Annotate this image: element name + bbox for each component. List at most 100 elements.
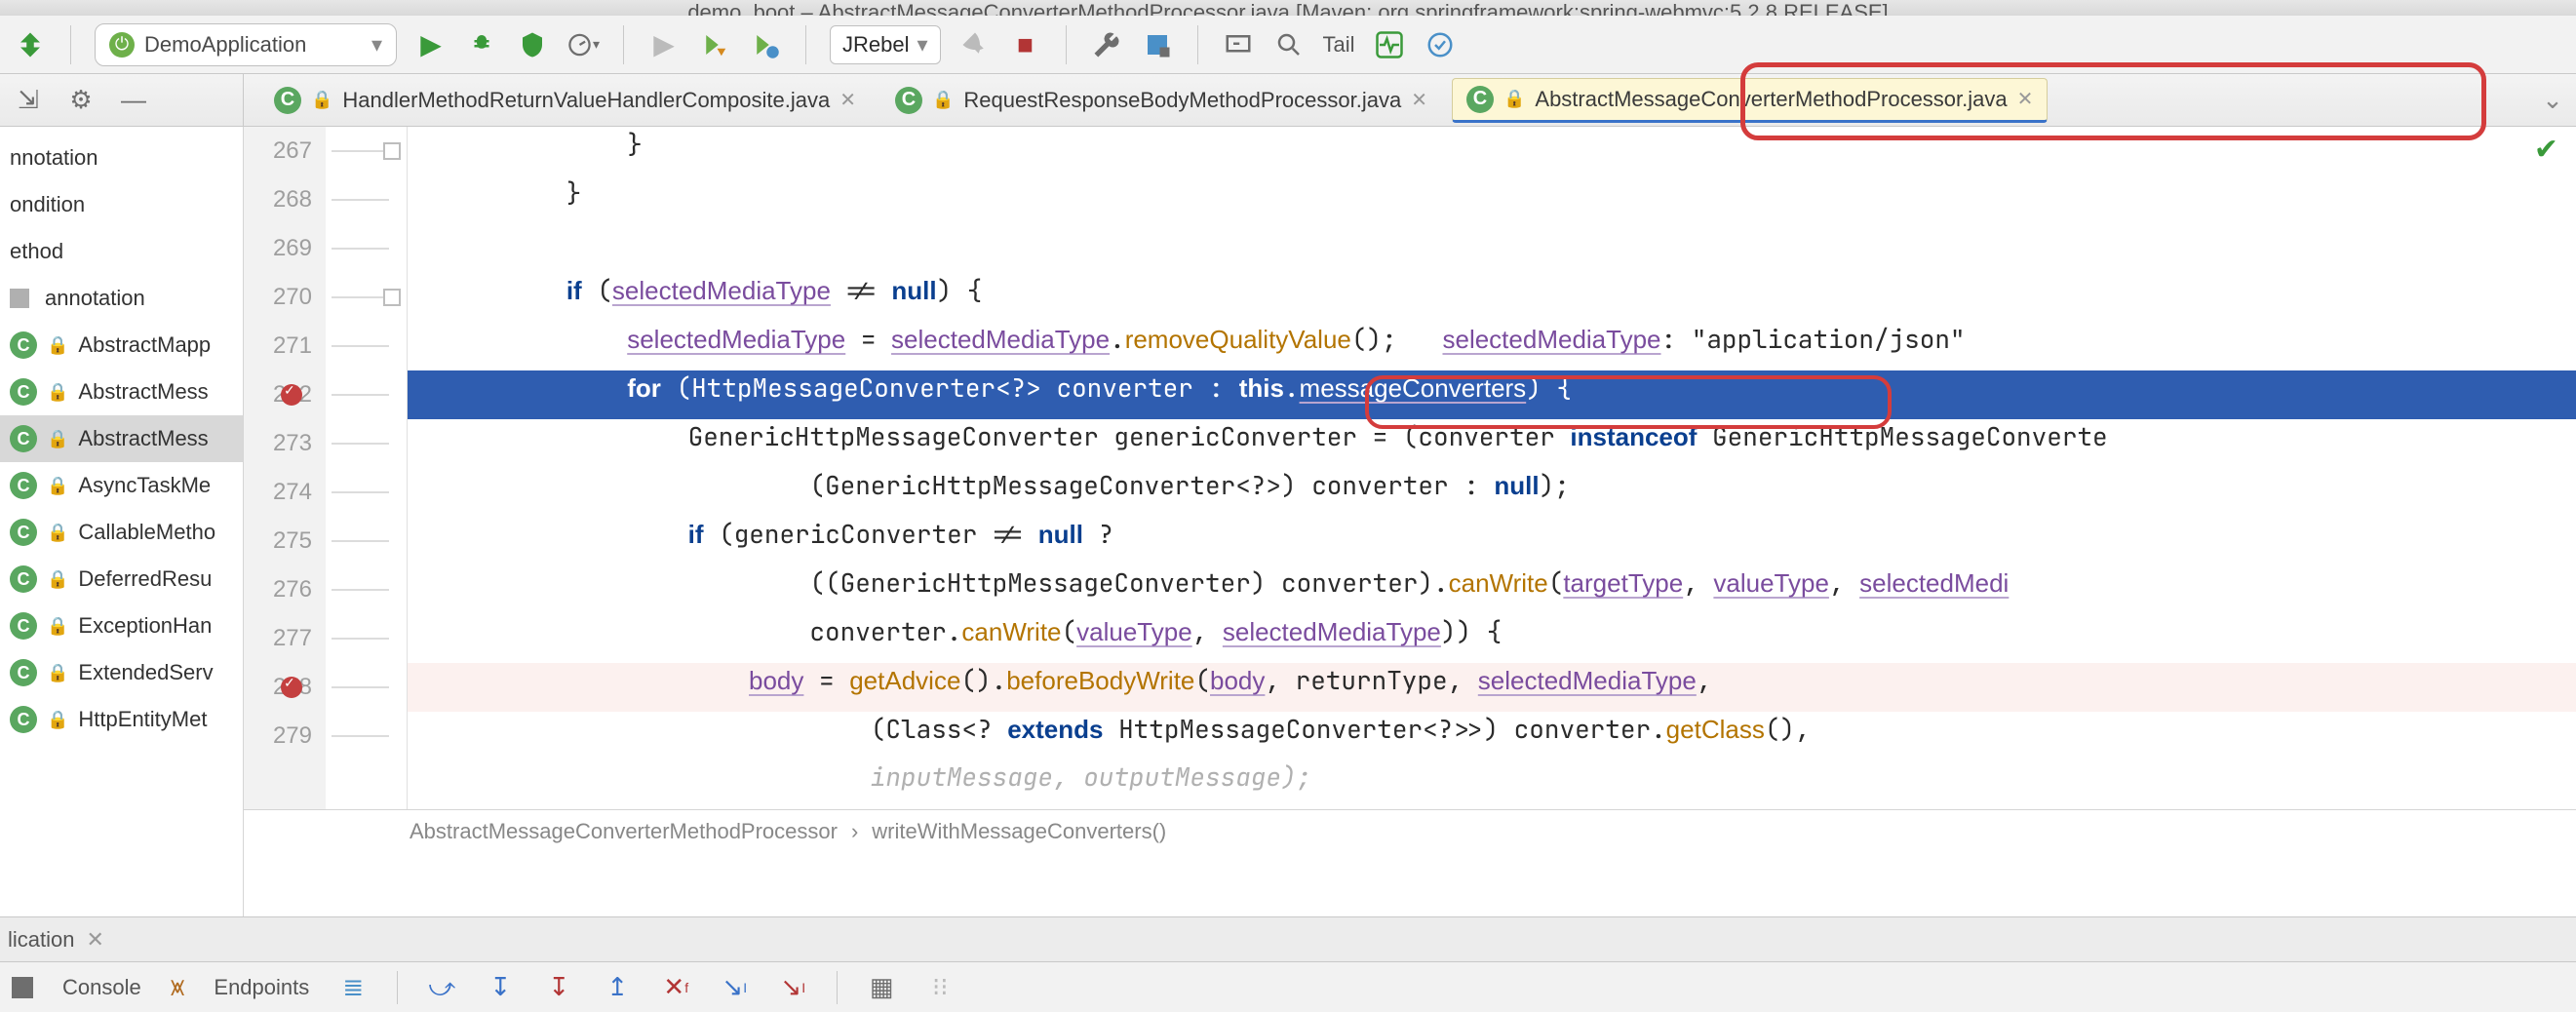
code-line[interactable]: inputMessage, outputMessage); (408, 760, 2576, 794)
breadcrumb-method[interactable]: writeWithMessageConverters() (872, 819, 1166, 844)
fold-gutter[interactable] (326, 273, 408, 322)
breadcrumb-class[interactable]: AbstractMessageConverterMethodProcessor (410, 819, 838, 844)
divider (70, 25, 71, 64)
trace-icon[interactable]: ⁝⁝ (925, 973, 955, 1002)
structure-node[interactable]: C🔒ExtendedServ (0, 649, 243, 696)
code-line[interactable]: (GenericHttpMessageConverter<?>) convert… (408, 468, 2576, 517)
minimize-icon[interactable]: — (119, 86, 148, 115)
code-line[interactable]: if (genericConverter != null ? (408, 517, 2576, 565)
structure-node[interactable]: C🔒HttpEntityMet (0, 696, 243, 743)
code-line[interactable]: ((GenericHttpMessageConverter) converter… (408, 565, 2576, 614)
screen-icon[interactable] (1222, 28, 1255, 61)
force-run-to-cursor-icon[interactable]: ↘I (778, 973, 807, 1002)
stop-icon[interactable]: ■ (1009, 28, 1042, 61)
structure-node[interactable]: C🔒AbstractMapp (0, 322, 243, 369)
line-number: 271 (244, 322, 326, 370)
build-icon[interactable] (14, 28, 47, 61)
tab-abstract-message-converter[interactable]: C 🔒 AbstractMessageConverterMethodProces… (1452, 78, 2048, 123)
close-icon[interactable]: ✕ (839, 88, 856, 112)
breakpoint-icon[interactable] (281, 677, 302, 698)
gear-icon[interactable]: ⚙ (66, 86, 96, 115)
debug-session-tab[interactable]: lication (8, 927, 74, 953)
rerun-icon[interactable] (698, 28, 731, 61)
close-icon[interactable]: ✕ (1411, 88, 1427, 112)
console-tab[interactable]: Console (62, 975, 141, 1000)
run-config-combo[interactable]: ⏻ DemoApplication ▾ (95, 23, 397, 66)
evaluate-icon[interactable]: ▦ (867, 973, 896, 1002)
fold-gutter[interactable] (326, 175, 408, 224)
structure-node[interactable]: C🔒AbstractMess (0, 369, 243, 415)
fold-gutter[interactable] (326, 370, 408, 419)
code-line[interactable]: body = getAdvice().beforeBodyWrite(body,… (408, 663, 2576, 712)
fold-gutter[interactable] (326, 224, 408, 273)
wrench-icon[interactable] (1090, 28, 1123, 61)
fold-gutter[interactable] (326, 419, 408, 468)
code-line[interactable] (408, 224, 2576, 273)
fold-gutter[interactable] (326, 127, 408, 175)
code-line[interactable]: selectedMediaType = selectedMediaType.re… (408, 322, 2576, 370)
line-number: 268 (244, 175, 326, 224)
line-number: 276 (244, 565, 326, 614)
endpoints-tab[interactable]: Endpoints (214, 975, 309, 1000)
breakpoint-icon[interactable] (281, 384, 302, 406)
fold-gutter[interactable] (326, 712, 408, 760)
line-number: 267 (244, 127, 326, 175)
breadcrumb-bar[interactable]: AbstractMessageConverterMethodProcessor … (244, 809, 2576, 852)
close-icon[interactable]: ✕ (2017, 87, 2034, 111)
tabs-overflow-icon[interactable]: ⌄ (2529, 74, 2576, 126)
caret-down-icon: ▾ (917, 32, 927, 58)
structure-tool-window[interactable]: nnotation ondition ethod annotation C🔒Ab… (0, 127, 244, 916)
code-line[interactable]: GenericHttpMessageConverter genericConve… (408, 419, 2576, 468)
step-out-icon[interactable]: ↥ (603, 973, 632, 1002)
structure-node-selected[interactable]: C🔒AbstractMess (0, 415, 243, 462)
fold-gutter[interactable] (326, 468, 408, 517)
structure-node[interactable]: nnotation (0, 135, 243, 181)
fold-gutter[interactable] (326, 517, 408, 565)
fold-gutter[interactable] (326, 663, 408, 712)
db-icon[interactable] (1141, 28, 1174, 61)
tail-label[interactable]: Tail (1323, 32, 1355, 58)
step-over-icon[interactable]: ⤻ (427, 973, 456, 1002)
run-to-cursor-icon[interactable]: ↘I (720, 973, 749, 1002)
close-icon[interactable]: ✕ (86, 927, 103, 953)
list-icon[interactable]: ≣ (338, 973, 368, 1002)
window-title: demo_boot – AbstractMessageConverterMeth… (0, 0, 2576, 16)
code-line[interactable]: } (408, 175, 2576, 224)
code-line[interactable]: converter.canWrite(valueType, selectedMe… (408, 614, 2576, 663)
code-line[interactable]: } (408, 127, 2576, 175)
jrebel-combo[interactable]: JRebel▾ (830, 25, 941, 64)
code-editor[interactable]: ✔ 267 }268 }269270 if (selectedMediaType… (244, 127, 2576, 916)
fold-gutter[interactable] (326, 614, 408, 663)
tab-handler-composite[interactable]: C 🔒 HandlerMethodReturnValueHandlerCompo… (259, 78, 871, 123)
node-label: DeferredResu (78, 566, 212, 592)
lock-icon: 🔒 (47, 429, 68, 449)
fold-gutter[interactable] (326, 565, 408, 614)
tab-request-response-processor[interactable]: C 🔒 RequestResponseBodyMethodProcessor.j… (880, 78, 1442, 123)
java-class-icon: C (10, 472, 37, 499)
profiler-icon[interactable]: ▾ (566, 28, 600, 61)
pulse-icon[interactable] (1373, 28, 1406, 61)
structure-node[interactable]: annotation (0, 275, 243, 322)
expand-icon[interactable]: ⇲ (14, 86, 43, 115)
structure-node[interactable]: ondition (0, 181, 243, 228)
step-into-icon[interactable]: ↧ (486, 973, 515, 1002)
code-line[interactable]: for (HttpMessageConverter<?> converter :… (408, 370, 2576, 419)
structure-node[interactable]: ethod (0, 228, 243, 275)
java-class-icon: C (1466, 86, 1494, 113)
update-icon[interactable] (749, 28, 782, 61)
structure-node[interactable]: C🔒ExceptionHan (0, 603, 243, 649)
fold-gutter[interactable] (326, 322, 408, 370)
code-line[interactable]: if (selectedMediaType != null) { (408, 273, 2576, 322)
structure-node[interactable]: C🔒DeferredResu (0, 556, 243, 603)
debug-icon[interactable] (465, 28, 498, 61)
structure-node[interactable]: C🔒AsyncTaskMe (0, 462, 243, 509)
code-line[interactable]: (Class<? extends HttpMessageConverter<?>… (408, 712, 2576, 760)
coverage-icon[interactable] (516, 28, 549, 61)
run-icon[interactable]: ▶ (414, 28, 448, 61)
search-icon[interactable] (1272, 28, 1306, 61)
force-step-into-icon[interactable]: ↧ (544, 973, 573, 1002)
drop-frame-icon[interactable]: ✕f (661, 973, 690, 1002)
check-circle-icon[interactable] (1424, 28, 1457, 61)
structure-node[interactable]: C🔒CallableMetho (0, 509, 243, 556)
jrebel-rocket-icon[interactable] (958, 28, 992, 61)
